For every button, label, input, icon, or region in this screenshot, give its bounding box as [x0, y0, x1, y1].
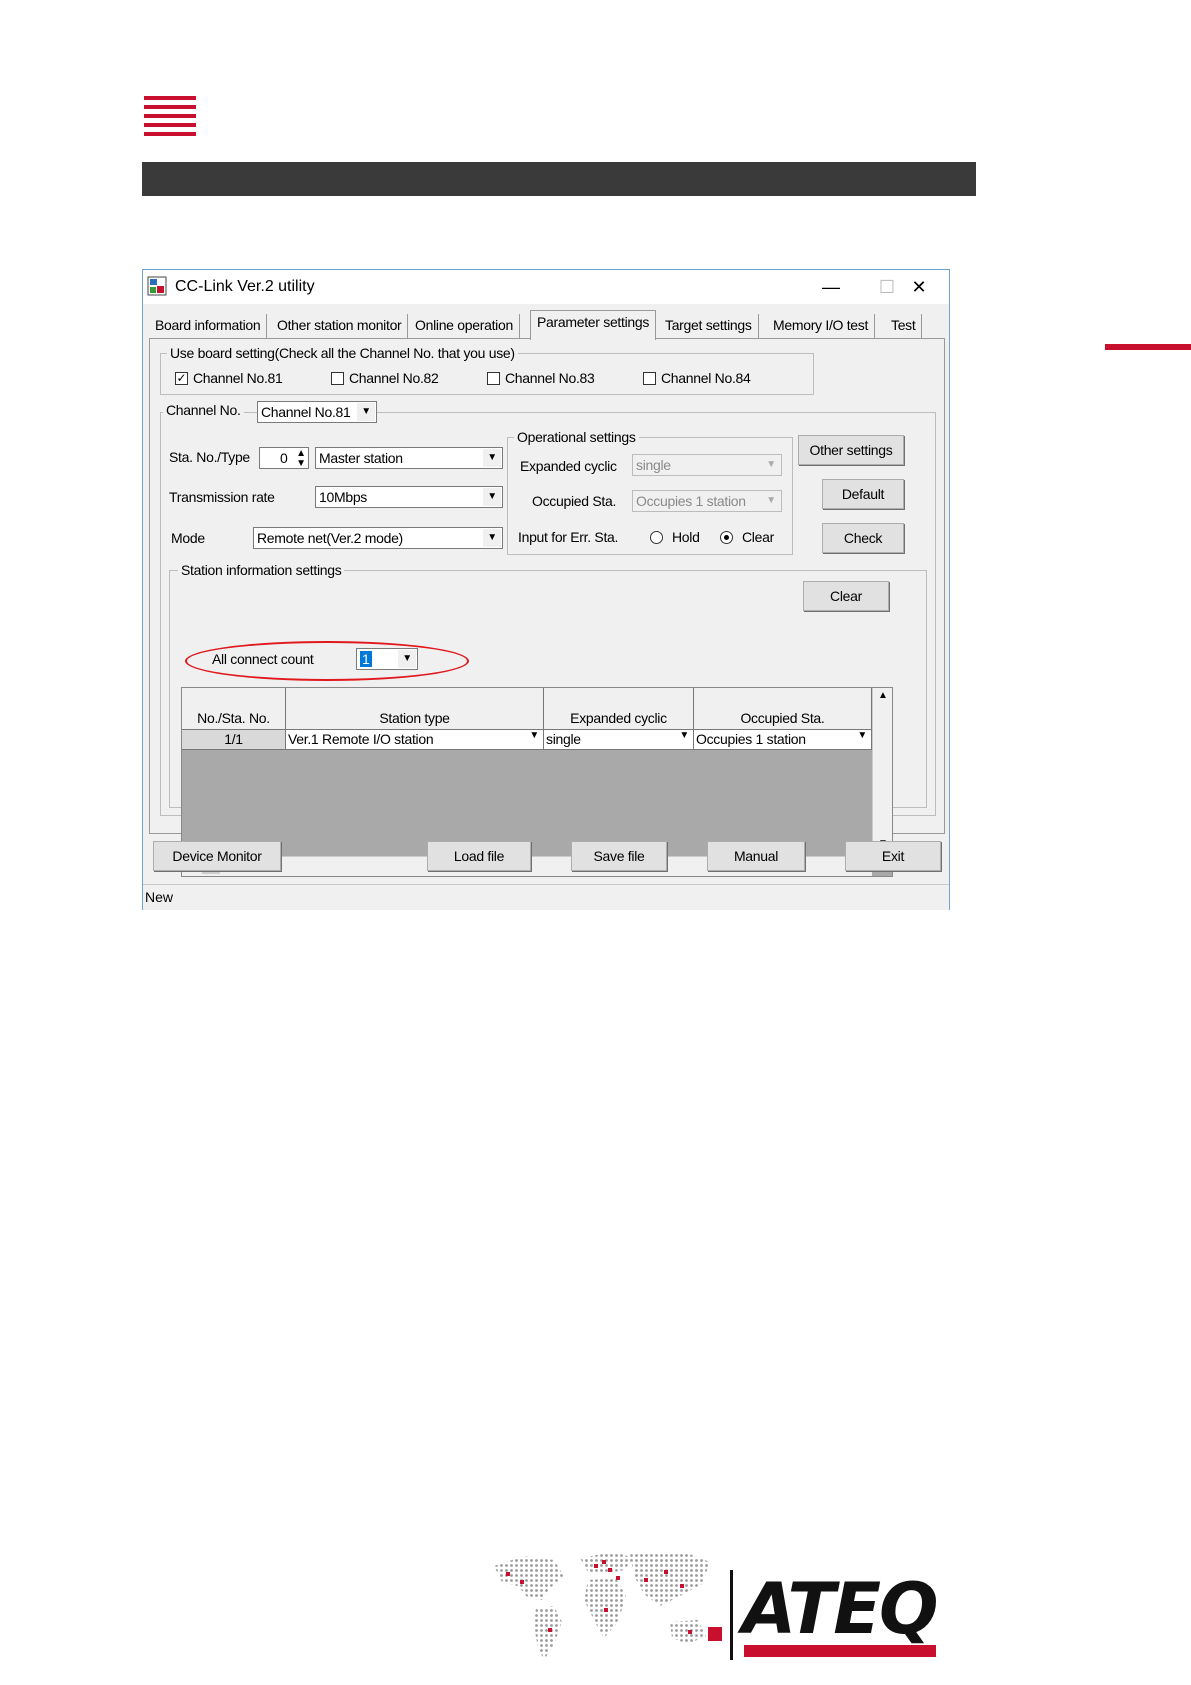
station-type-select[interactable]: Master station ▼ [315, 447, 503, 469]
sta-number-value: 0 [280, 450, 288, 466]
chevron-down-icon: ▼ [483, 449, 501, 467]
chevron-down-icon: ▼ [483, 488, 501, 506]
tab-board-information[interactable]: Board information [149, 314, 268, 338]
hold-label: Hold [672, 529, 700, 545]
channel-81-checkbox[interactable]: ✓ [175, 372, 188, 385]
occupied-sta-select[interactable]: Occupies 1 station ▼ [632, 490, 782, 512]
operational-settings-group: Operational settings Expanded cyclic sin… [507, 429, 793, 555]
tab-other-station-monitor[interactable]: Other station monitor [271, 314, 409, 338]
table-row-station-type[interactable]: Ver.1 Remote I/O station ▼ [286, 730, 544, 750]
channel-83-label: Channel No.83 [505, 370, 595, 386]
exit-button[interactable]: Exit [845, 841, 941, 871]
default-button[interactable]: Default [822, 479, 904, 509]
check-button[interactable]: Check [822, 523, 904, 553]
board-setting-group: Use board setting(Check all the Channel … [160, 345, 814, 395]
logo-separator [730, 1570, 733, 1660]
chevron-down-icon: ▼ [483, 529, 501, 547]
chevron-down-icon: ▼ [762, 456, 780, 474]
input-err-label: Input for Err. Sta. [518, 529, 619, 545]
chevron-down-icon: ▼ [357, 403, 375, 421]
sta-label: Sta. No./Type [169, 449, 250, 465]
channel-select[interactable]: Channel No.81 ▼ [257, 401, 377, 423]
column-header-expanded-cyclic: Expanded cyclic [544, 688, 694, 730]
channel-84-checkbox[interactable] [643, 372, 656, 385]
channel-84-label: Channel No.84 [661, 370, 751, 386]
table-row-occupied-sta[interactable]: Occupies 1 station ▼ [694, 730, 872, 750]
world-map-icon [494, 1552, 710, 1660]
save-file-button[interactable]: Save file [571, 841, 667, 871]
column-header-sta-no: No./Sta. No. [182, 688, 286, 730]
vertical-scrollbar[interactable]: ▲ ▼ [872, 688, 892, 856]
tab-target-settings[interactable]: Target settings [659, 314, 759, 338]
tab-memory-io-test[interactable]: Memory I/O test [767, 314, 876, 338]
tab-online-operation[interactable]: Online operation [409, 314, 520, 338]
transmission-rate-select[interactable]: 10Mbps ▼ [315, 486, 503, 508]
chevron-down-icon: ▼ [762, 492, 780, 510]
transmission-rate-value: 10Mbps [319, 489, 368, 505]
parameter-settings-panel: Use board setting(Check all the Channel … [149, 338, 945, 877]
table-row-sta-no: 1/1 [182, 730, 286, 750]
channel-82-label: Channel No.82 [349, 370, 439, 386]
device-monitor-button[interactable]: Device Monitor [153, 841, 281, 871]
channel-label: Channel No. [163, 402, 244, 418]
expanded-cyclic-value: single [636, 457, 671, 473]
channel-83-checkbox[interactable] [487, 372, 500, 385]
clear-button[interactable]: Clear [803, 581, 889, 611]
channel-select-value: Channel No.81 [261, 404, 351, 420]
expanded-cyclic-select[interactable]: single ▼ [632, 454, 782, 476]
status-bar: New [143, 884, 949, 910]
station-type-cell: Ver.1 Remote I/O station [288, 731, 434, 747]
operational-legend: Operational settings [514, 429, 639, 445]
transmission-label: Transmission rate [169, 489, 275, 505]
clear-radio[interactable] [720, 531, 733, 544]
other-settings-button[interactable]: Other settings [798, 435, 904, 465]
manual-button[interactable]: Manual [707, 841, 805, 871]
spin-down-icon[interactable]: ▼ [296, 458, 306, 469]
table-row-expanded-cyclic[interactable]: single ▼ [544, 730, 694, 750]
scroll-up-icon[interactable]: ▲ [878, 690, 888, 701]
logo-square [708, 1627, 722, 1641]
chevron-down-icon: ▼ [529, 730, 539, 741]
title-bar: CC-Link Ver.2 utility — ☐ ✕ [143, 270, 949, 304]
clear-radio-label: Clear [742, 529, 774, 545]
load-file-button[interactable]: Load file [427, 841, 531, 871]
occupied-sta-value: Occupies 1 station [636, 493, 746, 509]
expanded-cyclic-label: Expanded cyclic [520, 458, 617, 474]
close-button[interactable]: ✕ [891, 270, 947, 304]
occupied-sta-label: Occupied Sta. [532, 493, 617, 509]
logo-underline [744, 1645, 936, 1657]
tab-parameter-settings[interactable]: Parameter settings [530, 310, 657, 340]
chevron-down-icon: ▼ [857, 730, 867, 741]
tab-test[interactable]: Test [885, 314, 923, 338]
sta-number-spinner[interactable]: 0 ▲ ▼ [259, 447, 309, 469]
utility-window: CC-Link Ver.2 utility — ☐ ✕ Board inform… [142, 269, 950, 910]
mode-select[interactable]: Remote net(Ver.2 mode) ▼ [253, 527, 503, 549]
column-header-station-type: Station type [286, 688, 544, 730]
minimize-button[interactable]: — [803, 270, 859, 304]
menu-icon [144, 96, 196, 136]
channel-81-label: Channel No.81 [193, 370, 283, 386]
station-type-value: Master station [319, 450, 403, 466]
occupied-sta-cell: Occupies 1 station [696, 731, 806, 747]
station-info-legend: Station information settings [178, 562, 345, 578]
board-setting-legend: Use board setting(Check all the Channel … [167, 345, 518, 361]
hold-radio[interactable] [650, 531, 663, 544]
expanded-cyclic-cell: single [546, 731, 581, 747]
mode-value: Remote net(Ver.2 mode) [257, 530, 403, 546]
highlight-ellipse [185, 641, 469, 681]
app-icon [147, 276, 167, 296]
accent-dash [1105, 344, 1191, 350]
channel-82-checkbox[interactable] [331, 372, 344, 385]
ateq-logo: ATEQ [742, 1568, 939, 1650]
chevron-down-icon: ▼ [679, 730, 689, 741]
mode-label: Mode [171, 530, 205, 546]
column-header-occupied-sta: Occupied Sta. [694, 688, 872, 730]
window-title: CC-Link Ver.2 utility [175, 278, 315, 295]
header-bar [142, 162, 976, 196]
